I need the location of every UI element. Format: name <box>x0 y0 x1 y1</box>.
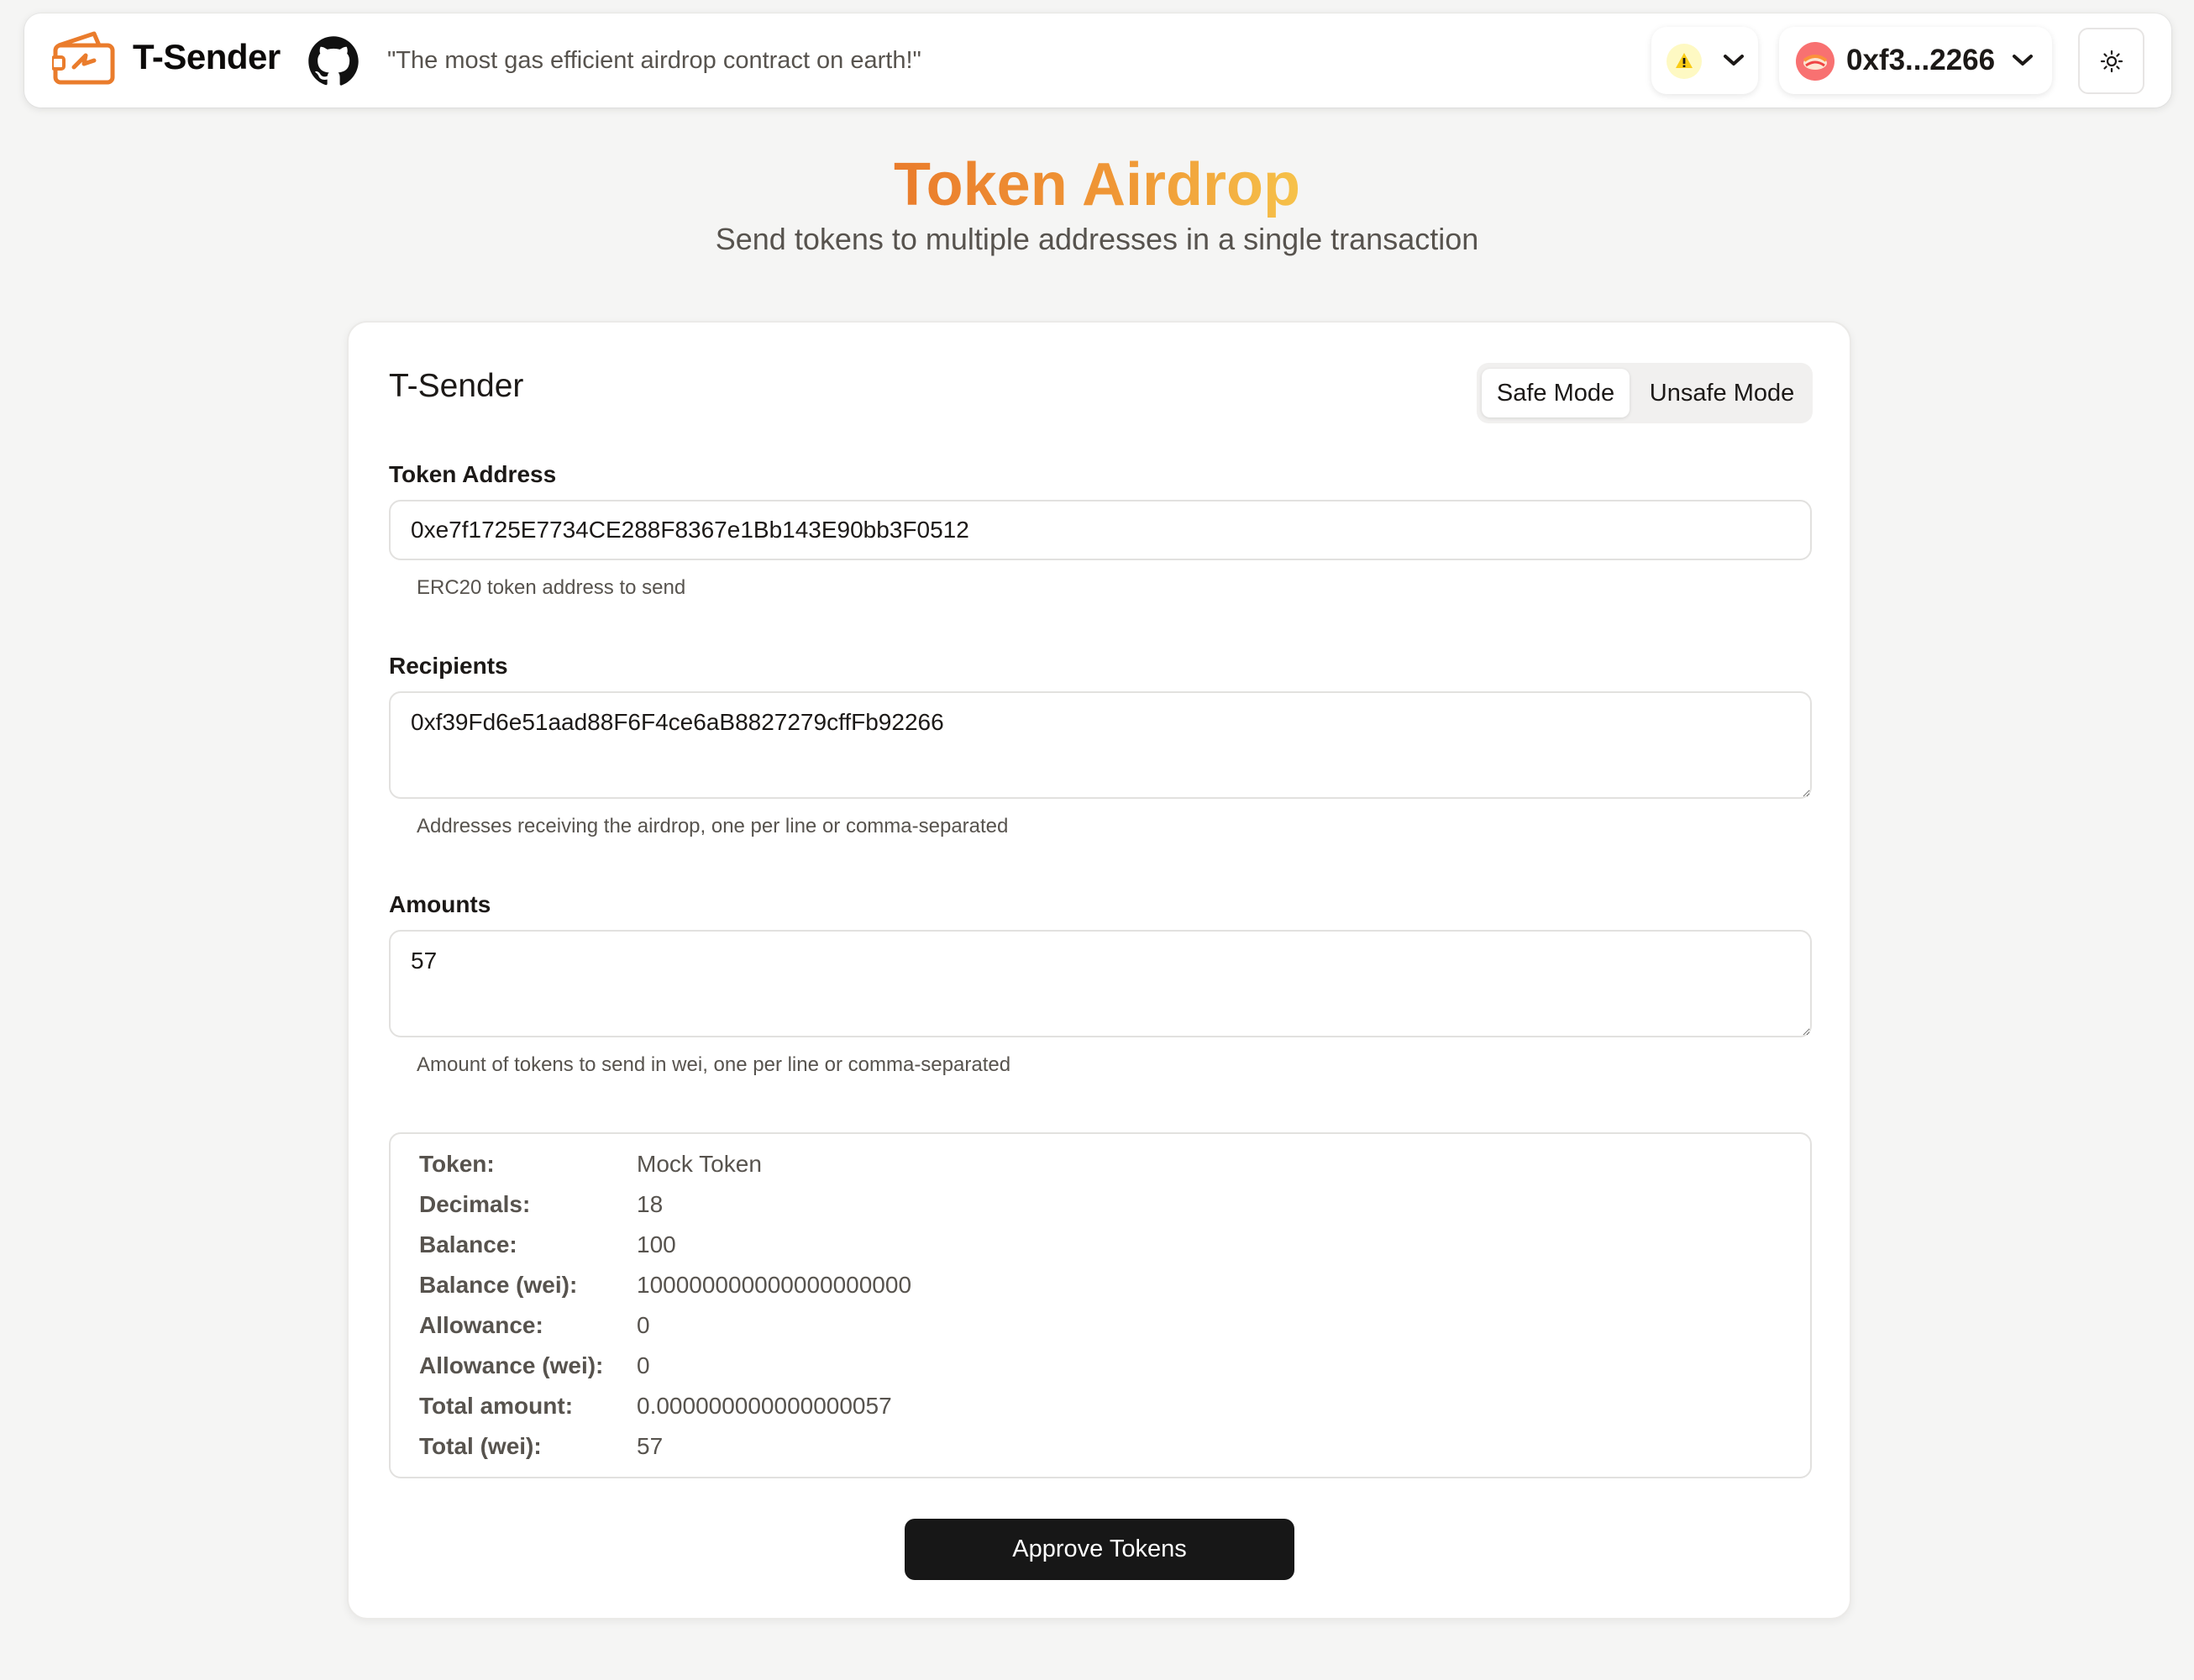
recipients-hint: Addresses receiving the airdrop, one per… <box>417 815 1009 837</box>
safe-mode-tab[interactable]: Safe Mode <box>1482 369 1630 417</box>
chain-selector-button[interactable] <box>1651 27 1758 94</box>
github-icon[interactable] <box>307 35 360 87</box>
avatar <box>1796 42 1834 81</box>
airdrop-form-card: T-Sender Safe Mode Unsafe Mode Token Add… <box>347 321 1851 1620</box>
unsafe-mode-tab[interactable]: Unsafe Mode <box>1636 369 1808 417</box>
brand-name: T-Sender <box>133 37 281 76</box>
detail-value: 0 <box>637 1312 650 1338</box>
detail-key: Total amount: <box>419 1393 574 1419</box>
detail-key: Decimals: <box>419 1191 531 1217</box>
detail-key: Allowance (wei): <box>419 1352 604 1378</box>
chevron-down-icon <box>2013 55 2033 66</box>
tagline: "The most gas efficient airdrop contract… <box>387 47 921 74</box>
detail-value: 57 <box>637 1433 664 1459</box>
sun-icon <box>2100 50 2123 73</box>
detail-value: 18 <box>637 1191 664 1217</box>
detail-key: Balance (wei): <box>419 1272 578 1298</box>
account-button[interactable]: 0xf3...2266 <box>1779 27 2052 94</box>
approve-tokens-button[interactable]: Approve Tokens <box>905 1519 1294 1580</box>
token-address-hint: ERC20 token address to send <box>417 576 686 599</box>
chevron-down-icon <box>1724 55 1744 66</box>
recipients-label: Recipients <box>389 653 508 679</box>
amounts-input[interactable]: 57 <box>389 930 1812 1037</box>
detail-value: Mock Token <box>637 1151 762 1177</box>
page-subtitle: Send tokens to multiple addresses in a s… <box>715 222 1479 256</box>
top-navbar: T-Sender "The most gas efficient airdrop… <box>24 13 2171 108</box>
detail-value: 100 <box>637 1231 676 1257</box>
detail-key: Balance: <box>419 1231 517 1257</box>
detail-value: 0.000000000000000057 <box>637 1393 892 1419</box>
detail-value: 0 <box>637 1352 650 1378</box>
account-address: 0xf3...2266 <box>1846 44 1996 76</box>
detail-value: 100000000000000000000 <box>637 1272 912 1298</box>
amounts-hint: Amount of tokens to send in wei, one per… <box>417 1053 1011 1076</box>
detail-key: Total (wei): <box>419 1433 542 1459</box>
amounts-label: Amounts <box>389 891 491 917</box>
detail-key: Token: <box>419 1151 495 1177</box>
theme-toggle-button[interactable] <box>2078 28 2144 94</box>
page-title: Token Airdrop <box>0 151 2194 218</box>
transaction-details-box: Token: Mock Token Decimals: 18 Balance: … <box>389 1132 1812 1478</box>
detail-key: Allowance: <box>419 1312 543 1338</box>
token-address-input[interactable] <box>389 500 1812 560</box>
form-title: T-Sender <box>389 368 524 404</box>
chain-warning-icon <box>1666 44 1702 79</box>
token-address-label: Token Address <box>389 461 557 487</box>
page-title-text: Token Airdrop <box>894 151 1300 218</box>
mode-toggle: Safe Mode Unsafe Mode <box>1477 363 1813 423</box>
wallet-logo-icon[interactable] <box>52 27 116 86</box>
recipients-input[interactable]: 0xf39Fd6e51aad88F6F4ce6aB8827279cffFb922… <box>389 691 1812 799</box>
